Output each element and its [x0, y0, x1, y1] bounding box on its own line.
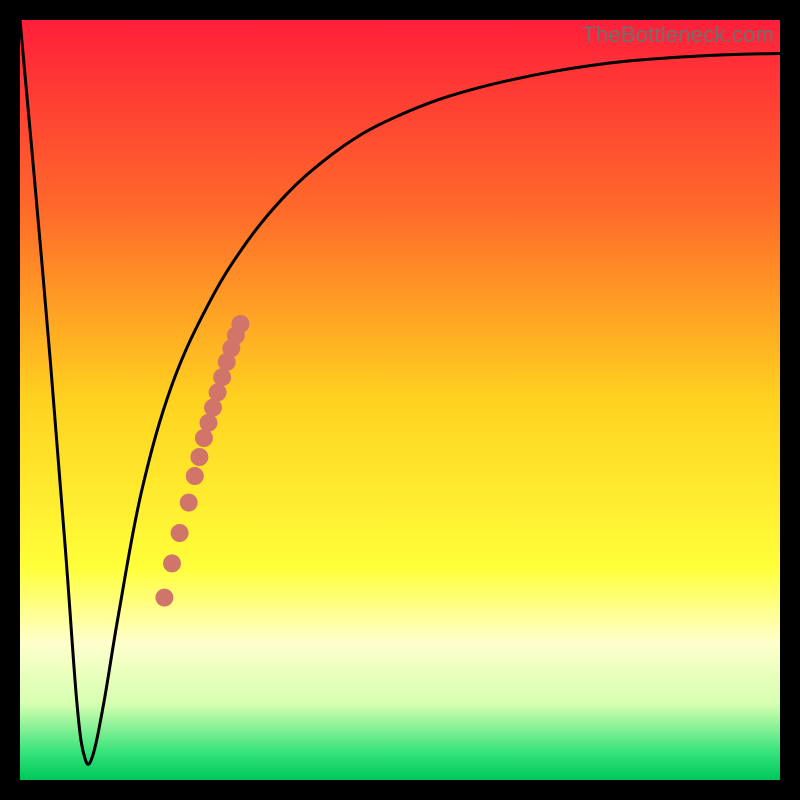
highlight-dot [171, 524, 189, 542]
highlight-dot [180, 494, 198, 512]
highlight-dot [231, 315, 249, 333]
highlight-dot [163, 554, 181, 572]
chart-frame: TheBottleneck.com [20, 20, 780, 780]
highlight-dot [186, 467, 204, 485]
highlight-dot [199, 414, 217, 432]
highlight-dot [195, 429, 213, 447]
highlight-dot [213, 368, 231, 386]
watermark-text: TheBottleneck.com [582, 22, 774, 48]
bottleneck-plot [20, 20, 780, 780]
highlight-dot [155, 589, 173, 607]
highlight-dot [209, 383, 227, 401]
highlight-dot [204, 399, 222, 417]
plot-background [20, 20, 780, 780]
highlight-dot [190, 448, 208, 466]
